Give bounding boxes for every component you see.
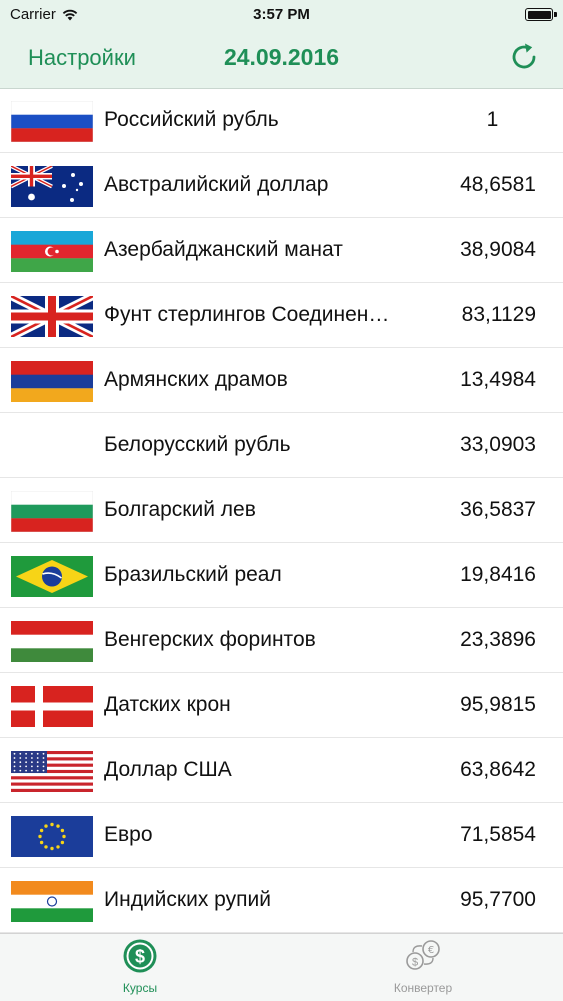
flag-russia-icon bbox=[11, 101, 93, 142]
currency-rate: 95,9815 bbox=[460, 693, 536, 716]
currency-name: Болгарский лев bbox=[104, 498, 256, 521]
currency-rate: 83,1129 bbox=[461, 303, 536, 326]
currency-row[interactable]: Датских крон 95,9815 bbox=[0, 673, 563, 738]
tab-courses[interactable]: $ Курсы bbox=[70, 938, 210, 995]
currency-name: Евро bbox=[104, 823, 153, 846]
currency-rate: 33,0903 bbox=[460, 433, 536, 456]
flag-azerbaijan-icon bbox=[11, 231, 93, 272]
flag-united-kingdom-icon bbox=[11, 296, 93, 337]
currency-name: Белорусский рубль bbox=[104, 433, 291, 456]
svg-text:$: $ bbox=[412, 957, 418, 969]
currency-row[interactable]: Болгарский лев 36,5837 bbox=[0, 478, 563, 543]
currency-rate: 71,5854 bbox=[460, 823, 536, 846]
currency-name: Армянских драмов bbox=[104, 368, 288, 391]
currency-rate: 95,7700 bbox=[460, 888, 536, 911]
flag-none-icon bbox=[11, 426, 93, 467]
tab-converter[interactable]: $ € Конвертер bbox=[353, 938, 493, 995]
currency-name: Венгерских форинтов bbox=[104, 628, 316, 651]
flag-brazil-icon bbox=[11, 556, 93, 597]
currency-name: Российский рубль bbox=[104, 108, 279, 131]
currency-exchange-icon: $ € bbox=[406, 940, 440, 970]
currency-row[interactable]: Доллар США 63,8642 bbox=[0, 738, 563, 803]
currency-row[interactable]: Австралийский доллар 48,6581 bbox=[0, 153, 563, 218]
currency-rate: 19,8416 bbox=[460, 563, 536, 586]
currency-name: Индийских рупий bbox=[104, 888, 271, 911]
flag-armenia-icon bbox=[11, 361, 93, 402]
flag-denmark-icon bbox=[11, 686, 93, 727]
currency-row[interactable]: Бразильский реал 19,8416 bbox=[0, 543, 563, 608]
tab-courses-label: Курсы bbox=[122, 981, 158, 995]
flag-hungary-icon bbox=[11, 621, 93, 662]
currency-name: Фунт стерлингов Соединен… bbox=[104, 303, 390, 326]
flag-usa-icon bbox=[11, 751, 93, 792]
currency-row[interactable]: Армянских драмов 13,4984 bbox=[0, 348, 563, 413]
status-bar: Carrier 3:57 PM bbox=[0, 0, 563, 30]
currency-row[interactable]: Индийских рупий 95,7700 bbox=[0, 868, 563, 933]
currency-name: Бразильский реал bbox=[104, 563, 282, 586]
flag-bulgaria-icon bbox=[11, 491, 93, 532]
currency-rate: 63,8642 bbox=[460, 758, 536, 781]
refresh-icon[interactable] bbox=[507, 40, 541, 74]
currency-name: Австралийский доллар bbox=[104, 173, 329, 196]
dollar-coin-icon: $ bbox=[123, 939, 157, 973]
currency-rate: 36,5837 bbox=[460, 498, 536, 521]
currency-row[interactable]: Евро 71,5854 bbox=[0, 803, 563, 868]
currency-list: Российский рубль 1 Австралийский доллар 48,… bbox=[0, 88, 563, 933]
currency-rate: 13,4984 bbox=[460, 368, 536, 391]
flag-australia-icon bbox=[11, 166, 93, 207]
currency-name: Датских крон bbox=[104, 693, 231, 716]
currency-row[interactable]: Белорусский рубль 33,0903 bbox=[0, 413, 563, 478]
currency-row[interactable]: Азербайджанский манат 38,9084 bbox=[0, 218, 563, 283]
svg-text:€: € bbox=[428, 945, 434, 956]
currency-row[interactable]: Российский рубль 1 bbox=[0, 88, 563, 153]
currency-rate: 38,9084 bbox=[460, 238, 536, 261]
rates-date: 24.09.2016 bbox=[223, 44, 340, 70]
flag-eu-icon bbox=[11, 816, 93, 857]
currency-name: Доллар США bbox=[104, 758, 232, 781]
currency-row[interactable]: Венгерских форинтов 23,3896 bbox=[0, 608, 563, 673]
currency-rate: 23,3896 bbox=[460, 628, 536, 651]
status-time: 3:57 PM bbox=[253, 6, 310, 23]
currency-rate: 48,6581 bbox=[460, 173, 536, 196]
currency-name: Азербайджанский манат bbox=[104, 238, 343, 261]
currency-row[interactable]: Фунт стерлингов Соединен… 83,1129 bbox=[0, 283, 563, 348]
navigation-bar: Настройки 24.09.2016 bbox=[0, 30, 563, 89]
svg-text:$: $ bbox=[135, 947, 145, 967]
tab-converter-label: Конвертер bbox=[393, 981, 453, 995]
tab-bar: $ Курсы $ € Конвертер bbox=[0, 933, 563, 1001]
flag-india-icon bbox=[11, 881, 93, 922]
currency-rate: 1 bbox=[486, 108, 499, 131]
battery-icon bbox=[525, 8, 557, 21]
